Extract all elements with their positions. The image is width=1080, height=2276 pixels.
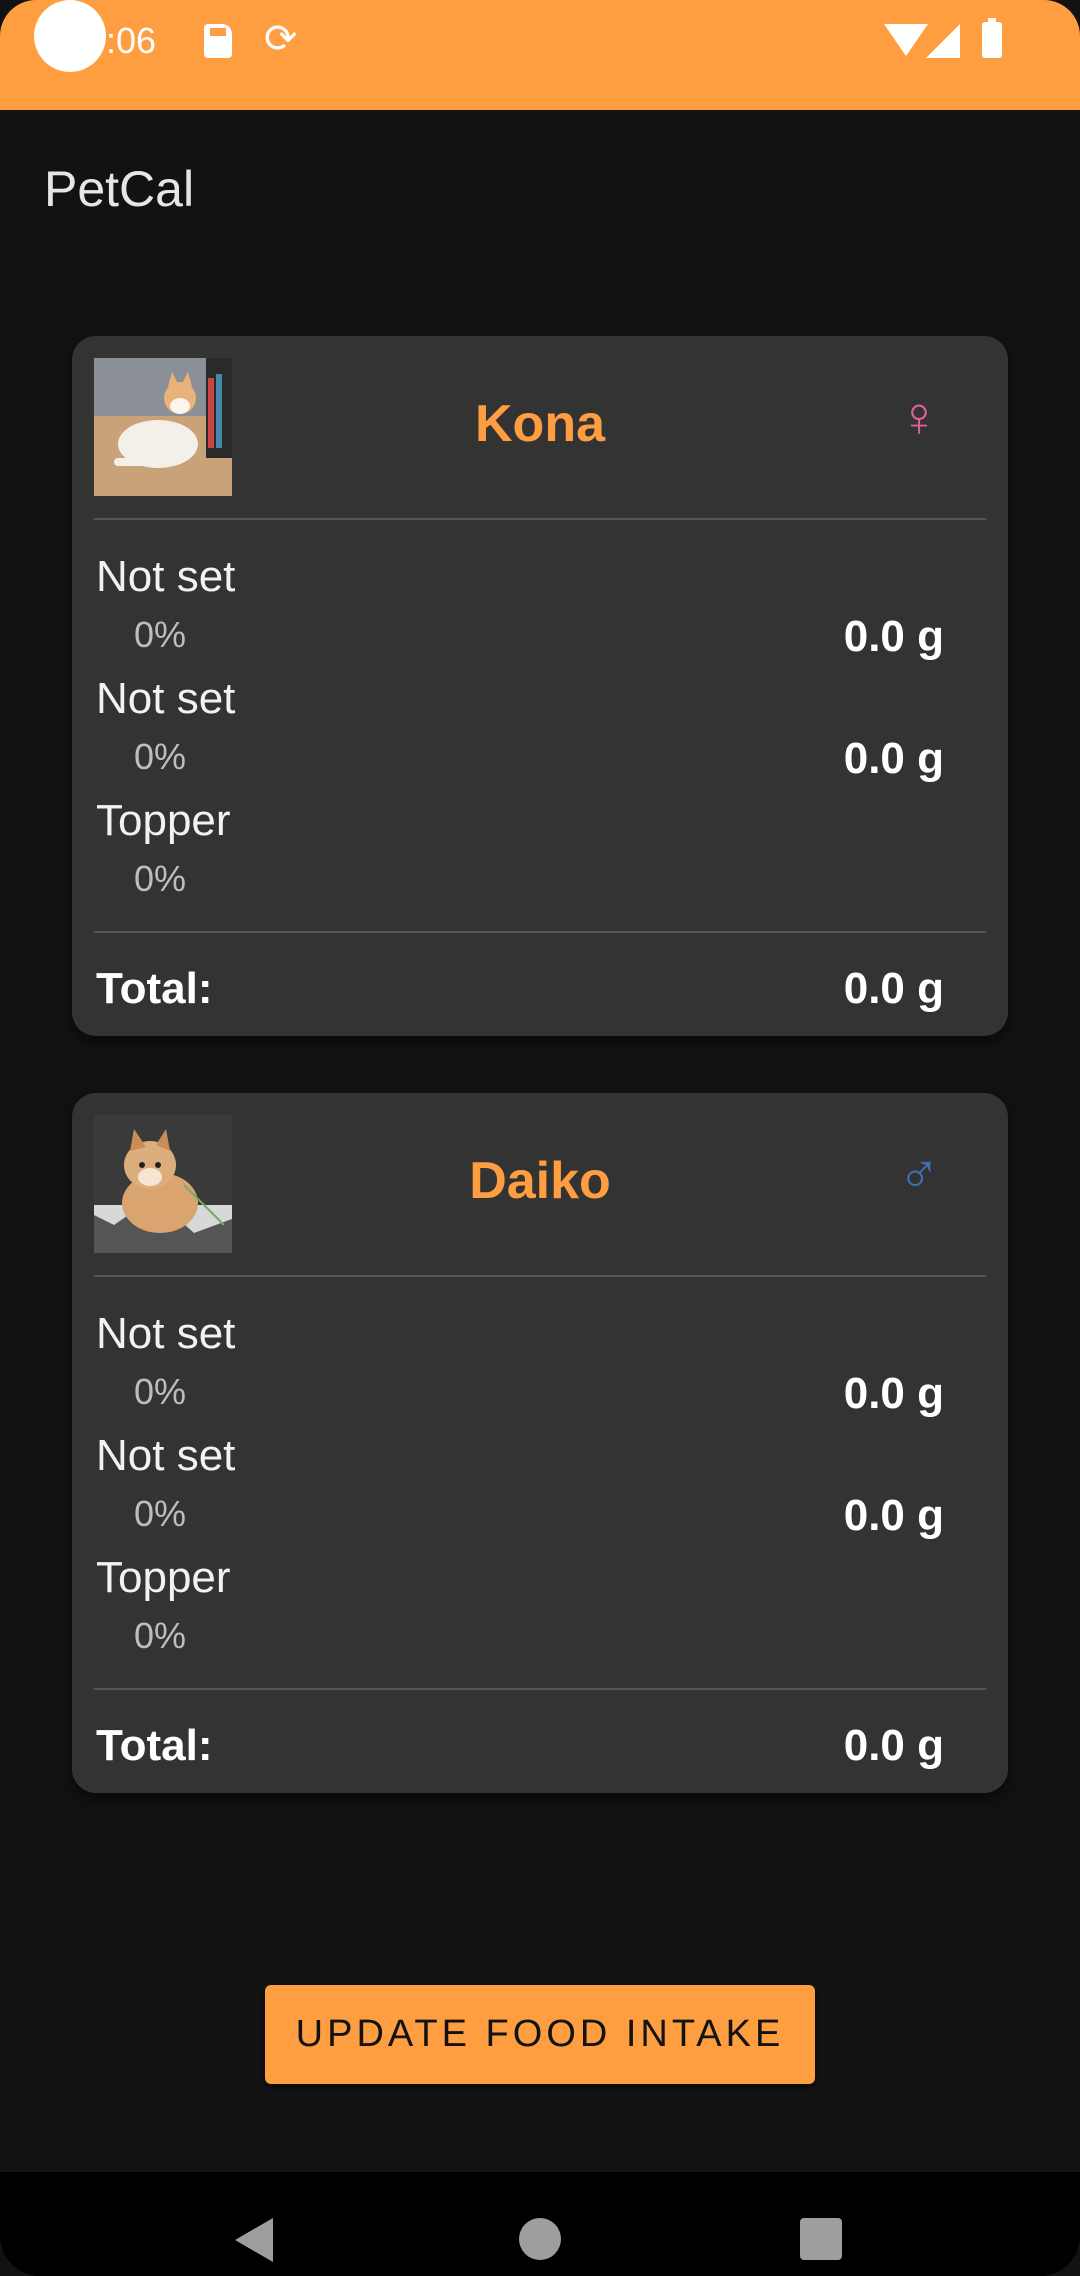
pet-name: Daiko [469,1152,611,1210]
sync-icon: ⟳ [264,17,298,61]
food-1-amount: 0.0 g [843,612,944,661]
food-1-label: Not set [96,552,236,601]
pet-card-kona[interactable]: Kona ♀ Not set 0% 0.0 g Not set 0% 0.0 g… [72,336,1008,1036]
app-title: PetCal [44,161,195,217]
food-3-label: Topper [96,796,231,845]
divider [94,518,986,520]
total-label: Total: [96,1721,213,1770]
update-food-intake-button[interactable]: UPDATE FOOD INTAKE [265,1985,815,2084]
food-1-amount: 0.0 g [843,1369,944,1418]
female-icon: ♀ [898,385,940,448]
food-2-percent: 0% [134,736,187,777]
food-2-percent: 0% [134,1493,187,1534]
pet-name: Kona [475,395,605,453]
divider [94,1688,986,1690]
divider [94,931,986,933]
food-2-label: Not set [96,1431,236,1480]
pet-card-daiko[interactable]: Daiko ♂ Not set 0% 0.0 g Not set 0% 0.0 … [72,1093,1008,1793]
total-amount: 0.0 g [843,964,944,1013]
food-1-label: Not set [96,1309,236,1358]
food-1-percent: 0% [134,1371,187,1412]
status-bar: 0:06 ⟳ [0,0,1080,110]
male-icon: ♂ [898,1142,940,1205]
food-2-label: Not set [96,674,236,723]
food-2-amount: 0.0 g [843,734,944,783]
wifi-icon [884,24,928,56]
food-2-amount: 0.0 g [843,1491,944,1540]
total-amount: 0.0 g [843,1721,944,1770]
battery-icon [982,18,1002,58]
food-3-percent: 0% [134,1615,187,1656]
signal-icon [926,24,960,58]
total-label: Total: [96,964,213,1013]
nav-back-icon[interactable] [235,2218,273,2262]
food-3-label: Topper [96,1553,231,1602]
food-3-percent: 0% [134,858,187,899]
sd-card-icon [204,24,232,58]
nav-home-icon[interactable] [519,2218,561,2260]
food-1-percent: 0% [134,614,187,655]
camera-cutout [34,0,106,72]
nav-recent-icon[interactable] [800,2218,842,2260]
divider [94,1275,986,1277]
